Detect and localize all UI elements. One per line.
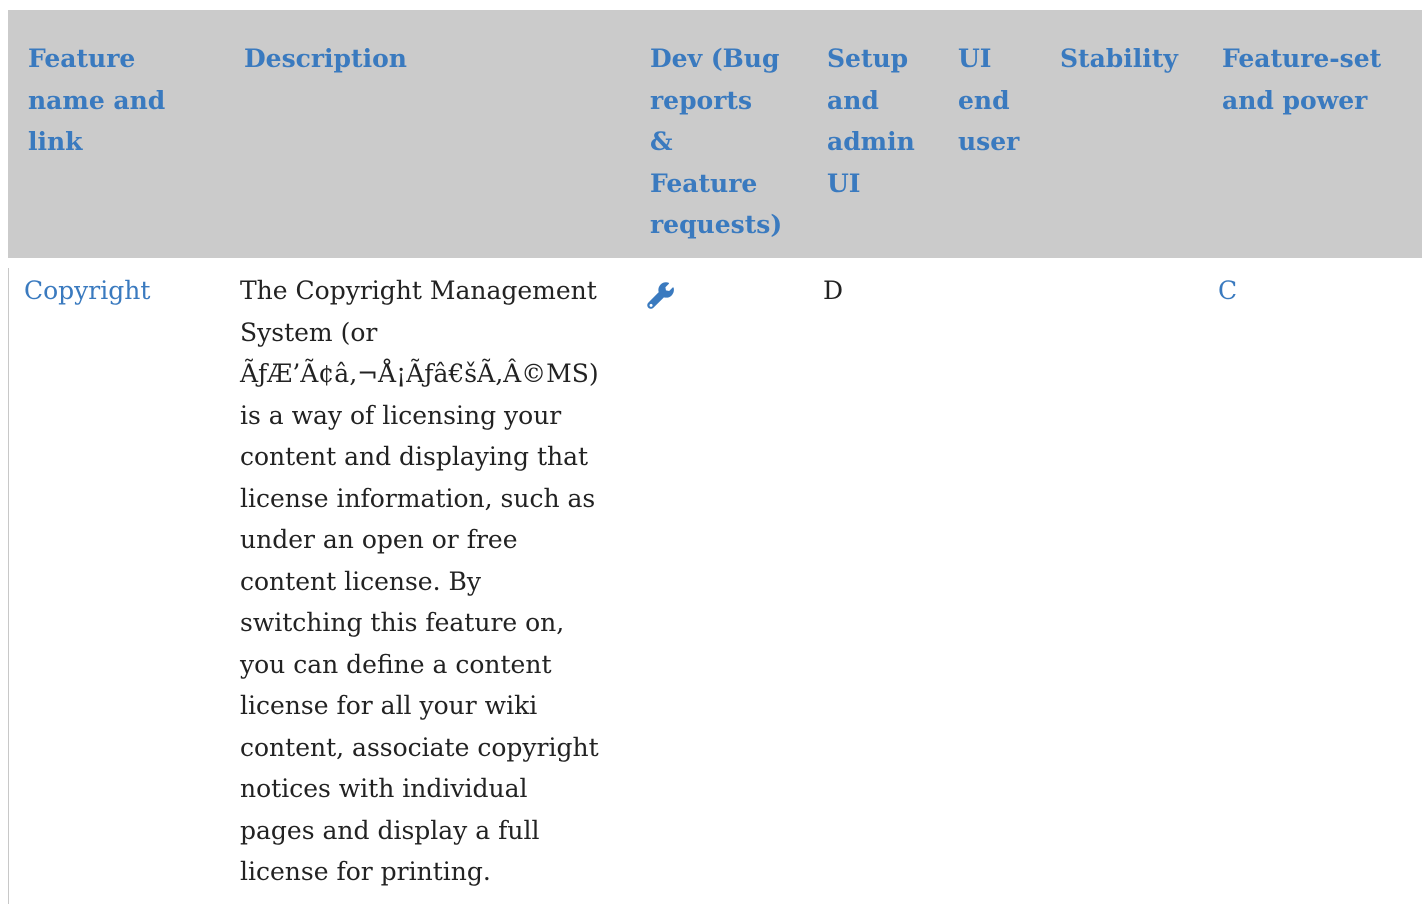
description-line: license for printing. (240, 857, 491, 886)
setup-rating: D (823, 276, 844, 305)
feature-link-copyright[interactable]: Copyright (24, 270, 150, 312)
header-description[interactable]: Description (244, 38, 407, 80)
description-line: notices with individual (240, 774, 528, 803)
description-line: license for all your wiki (240, 691, 538, 720)
description-line: content, associate copyright (240, 732, 599, 762)
featureset-rating-link[interactable]: C (1218, 270, 1237, 312)
description-line: content license. By (240, 566, 481, 596)
feature-table: Feature name and link Description Dev (B… (0, 10, 1422, 904)
description-line: switching this feature on, (240, 608, 565, 637)
header-stability[interactable]: Stability (1060, 38, 1178, 80)
description-line: under an open or free (240, 525, 518, 554)
table-header-row: Feature name and link Description Dev (B… (8, 10, 1422, 258)
description-line: ÃƒÆ’Ã¢â‚¬Å¡Ãƒâ€šÃ‚Â©MS) (240, 359, 599, 388)
description-line: you can define a content (240, 649, 552, 679)
header-featureset[interactable]: Feature-set and power (1222, 38, 1381, 121)
header-ui[interactable]: UI end user (958, 38, 1019, 163)
header-setup[interactable]: Setup and admin UI (827, 38, 915, 204)
header-dev[interactable]: Dev (Bug reports & Feature requests) (650, 38, 782, 246)
table-left-border (8, 268, 9, 904)
description-line: is a way of licensing your (240, 400, 562, 430)
wrench-icon[interactable] (646, 281, 676, 311)
description-line: license information, such as (240, 483, 596, 513)
description-line: pages and display a full (240, 815, 540, 845)
description-line: The Copyright Management (240, 276, 597, 305)
header-feature-name[interactable]: Feature name and link (28, 38, 165, 163)
description-line: content and displaying that (240, 442, 589, 471)
description-line: System (or (240, 317, 378, 347)
feature-description: The Copyright Management System (or ÃƒÆ’Ã¢… (240, 270, 620, 893)
